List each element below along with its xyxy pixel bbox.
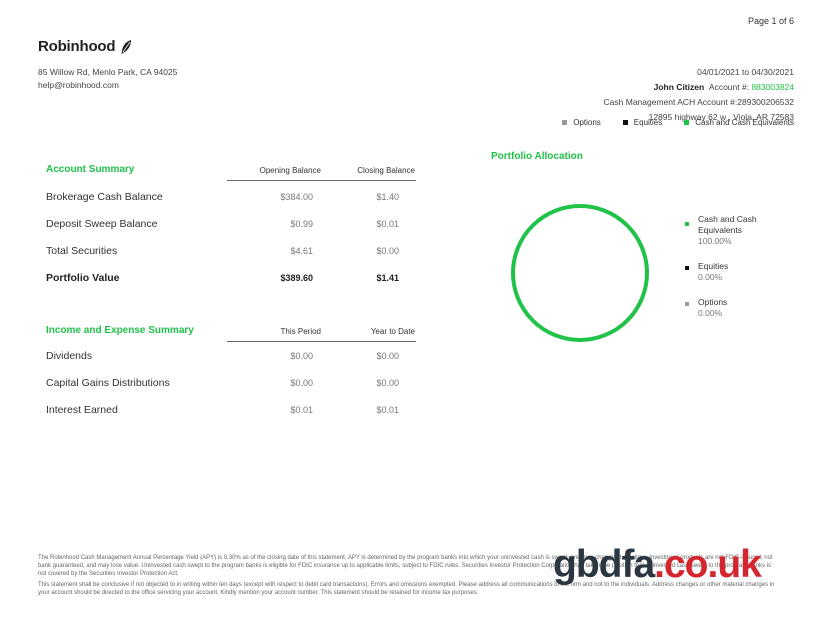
row-value: $1.40: [376, 191, 399, 202]
allocation-donut-chart: [511, 204, 649, 342]
this-period-header: This Period: [280, 327, 321, 336]
row-label: Dividends: [46, 349, 93, 362]
account-holder: John Citizen: [653, 82, 705, 92]
cash-management-account: Cash Management ACH Account #:2893002065…: [603, 97, 794, 107]
statement-period: 04/01/2021 to 04/30/2021: [697, 67, 794, 77]
income-summary-title: Income and Expense Summary: [46, 325, 194, 336]
legend-label: Cash and Cash Equivalents: [698, 214, 757, 235]
account-holder-line: John Citizen Account #: 883003824: [604, 80, 794, 95]
robinhood-logo: Robinhood: [38, 38, 133, 55]
account-label: Account #:: [708, 82, 750, 92]
closing-balance-header: Closing Balance: [357, 166, 415, 175]
brand-name: Robinhood: [38, 38, 116, 55]
row-label: Total Securities: [46, 244, 118, 257]
row-value: $0.00: [290, 350, 313, 361]
legend-options: Options: [562, 118, 601, 127]
alloc-legend-cash: Cash and Cash Equivalents 100.00%: [685, 214, 775, 247]
account-summary-header: Account Summary Opening Balance Closing …: [46, 153, 416, 175]
table-row: Brokerage Cash Balance $384.00 $1.40: [46, 183, 416, 210]
row-value: $384.00: [280, 191, 313, 202]
table-row: Capital Gains Distributions $0.00 $0.00: [46, 369, 416, 396]
row-label: Interest Earned: [46, 403, 118, 416]
legend-percent: 0.00%: [698, 308, 723, 318]
account-info: 04/01/2021 to 04/30/2021 John Citizen Ac…: [604, 65, 794, 125]
equities-swatch: [622, 120, 628, 126]
watermark-part1: gbdfa: [553, 543, 655, 586]
legend-equities: Equities: [622, 118, 662, 127]
row-value: $1.41: [376, 272, 399, 283]
options-swatch: [562, 120, 568, 126]
row-value: $0.99: [290, 218, 313, 229]
row-value: $389.60: [280, 272, 313, 283]
income-summary-table: Income and Expense Summary This Period Y…: [46, 314, 416, 423]
ytd-header: Year to Date: [370, 327, 415, 336]
table-row-total: Portfolio Value $389.60 $1.41: [46, 264, 416, 291]
options-dot: [685, 302, 689, 306]
row-label: Portfolio Value: [46, 271, 120, 284]
row-label: Capital Gains Distributions: [46, 376, 170, 389]
row-value: $0.00: [376, 377, 399, 388]
equities-dot: [685, 266, 689, 270]
table-row: Dividends $0.00 $0.00: [46, 342, 416, 369]
portfolio-allocation-title: Portfolio Allocation: [491, 151, 583, 162]
alloc-legend-equities: Equities 0.00%: [685, 261, 775, 283]
row-value: $0.01: [290, 404, 313, 415]
watermark-part2: .co.uk: [654, 543, 762, 586]
page-indicator: Page 1 of 6: [747, 16, 794, 26]
watermark: gbdfa.co.uk: [553, 543, 762, 587]
feather-icon: [121, 39, 132, 54]
table-row: Deposit Sweep Balance $0.99 $0.01: [46, 210, 416, 237]
table-row: Interest Earned $0.01 $0.01: [46, 396, 416, 423]
income-summary-header: Income and Expense Summary This Period Y…: [46, 314, 416, 336]
account-number: 883003824: [751, 82, 794, 92]
legend-percent: 0.00%: [698, 272, 723, 282]
table-row: Total Securities $4.61 $0.00: [46, 237, 416, 264]
row-value: $0.01: [376, 404, 399, 415]
cash-dot: [685, 222, 689, 226]
company-email: help@robinhood.com: [38, 80, 119, 90]
row-label: Deposit Sweep Balance: [46, 217, 158, 230]
allocation-legend-top: Options Equities Cash and Cash Equivalen…: [562, 118, 794, 127]
cash-slice: [511, 204, 649, 342]
account-summary-table: Account Summary Opening Balance Closing …: [46, 153, 416, 291]
legend-cash: Cash and Cash Equivalents: [684, 118, 794, 127]
row-value: $0.00: [290, 377, 313, 388]
company-address: 85 Willow Rd, Menlo Park, CA 94025 help@…: [38, 66, 177, 92]
row-value: $0.00: [376, 350, 399, 361]
company-street: 85 Willow Rd, Menlo Park, CA 94025: [38, 67, 178, 77]
opening-balance-header: Opening Balance: [259, 166, 321, 175]
legend-label: Equities: [698, 261, 729, 271]
legend-percent: 100.00%: [698, 236, 732, 246]
legend-label: Options: [698, 297, 728, 307]
row-value: $0.00: [376, 245, 399, 256]
row-value: $0.01: [376, 218, 399, 229]
row-value: $4.61: [290, 245, 313, 256]
account-summary-title: Account Summary: [46, 164, 135, 175]
row-label: Brokerage Cash Balance: [46, 190, 163, 203]
alloc-legend-options: Options 0.00%: [685, 297, 775, 319]
cash-swatch: [684, 120, 690, 126]
